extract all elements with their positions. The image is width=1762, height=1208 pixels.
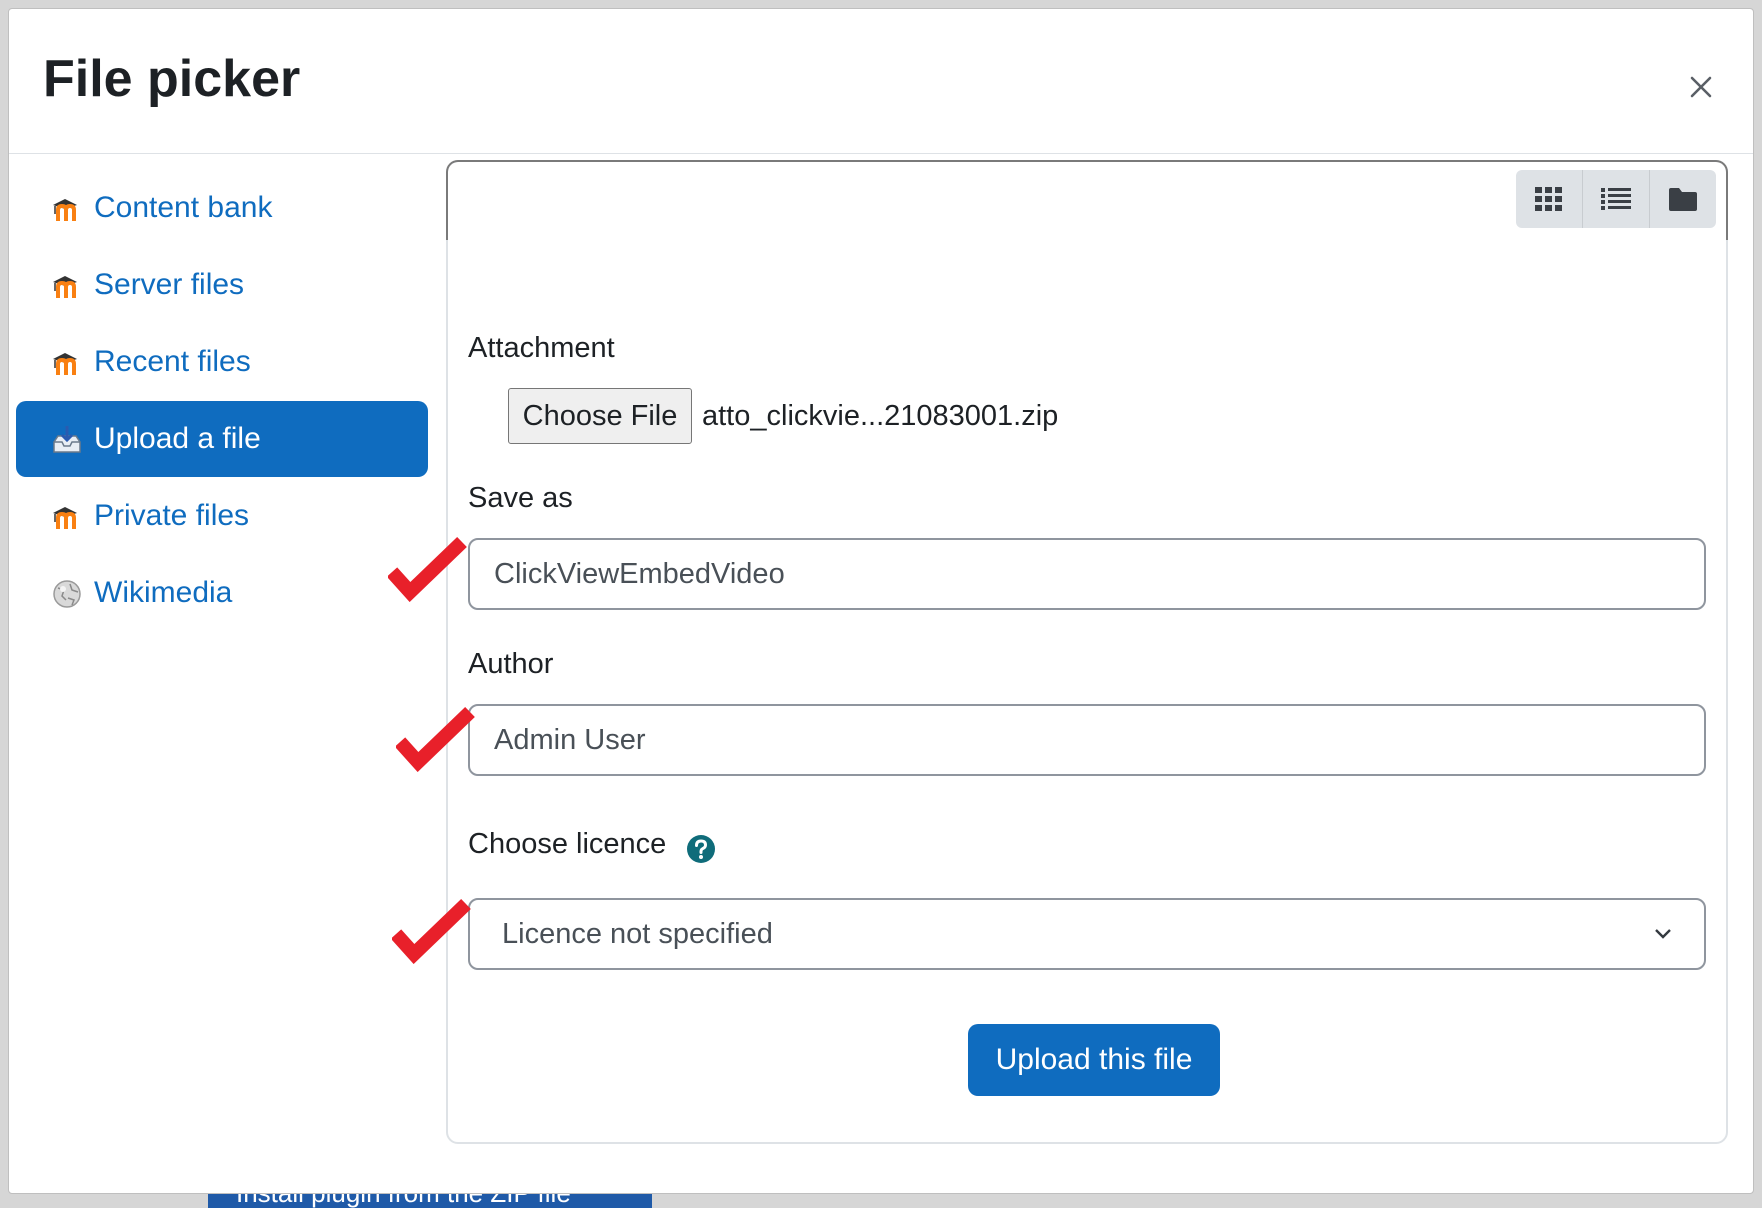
chevron-down-icon: [1655, 929, 1671, 939]
sidebar-item-upload-a-file[interactable]: Upload a file: [16, 401, 428, 477]
moodle-repository-icon: [53, 276, 77, 298]
grid-view-button[interactable]: [1516, 170, 1583, 228]
author-input[interactable]: [468, 704, 1706, 776]
view-switcher: [1516, 170, 1716, 228]
wikimedia-globe-icon: [53, 580, 81, 608]
folder-view-button[interactable]: [1650, 170, 1716, 228]
sidebar-item-content-bank[interactable]: Content bank: [16, 170, 428, 246]
choose-file-button[interactable]: Choose File: [508, 388, 692, 444]
folder-view-icon: [1669, 188, 1697, 211]
save-as-label: Save as: [468, 482, 573, 514]
moodle-repository-icon: [53, 507, 77, 529]
sidebar-item-server-files[interactable]: Server files: [16, 247, 428, 323]
upload-panel: [446, 160, 1728, 1144]
dialog-header: File picker: [9, 9, 1753, 154]
repository-sidebar: Content bank Server files Recent files U…: [16, 170, 428, 632]
checkmark-icon: [392, 898, 471, 964]
sidebar-item-label: Wikimedia: [94, 576, 233, 609]
moodle-repository-icon: [53, 199, 77, 221]
sidebar-item-label: Server files: [94, 268, 245, 301]
sidebar-item-label: Content bank: [94, 191, 273, 224]
checkmark-icon: [388, 536, 467, 602]
sidebar-item-label: Upload a file: [94, 422, 261, 455]
moodle-repository-icon: [53, 353, 77, 375]
question-circle-icon[interactable]: [686, 834, 716, 864]
close-icon: [1690, 76, 1712, 98]
selected-file-name: atto_clickvie...21083001.zip: [702, 400, 1059, 432]
close-button[interactable]: [1679, 65, 1723, 109]
view-toolbar: [446, 160, 1728, 240]
author-label: Author: [468, 648, 554, 680]
licence-label: Choose licence: [468, 828, 667, 860]
licence-select[interactable]: Licence not specified: [468, 898, 1706, 970]
sidebar-item-wikimedia[interactable]: Wikimedia: [16, 555, 428, 631]
sidebar-item-label: Recent files: [94, 345, 251, 378]
sidebar-item-recent-files[interactable]: Recent files: [16, 324, 428, 400]
attachment-label: Attachment: [468, 332, 615, 364]
checkmark-icon: [396, 706, 475, 772]
upload-this-file-button[interactable]: Upload this file: [968, 1024, 1220, 1096]
sidebar-item-private-files[interactable]: Private files: [16, 478, 428, 554]
list-view-icon: [1601, 188, 1631, 210]
dialog-title: File picker: [43, 50, 301, 108]
grid-view-icon: [1535, 187, 1562, 211]
save-as-input[interactable]: [468, 538, 1706, 610]
list-view-button[interactable]: [1583, 170, 1650, 228]
licence-selected-value: Licence not specified: [502, 917, 773, 950]
upload-tray-icon: [53, 426, 81, 453]
sidebar-item-label: Private files: [94, 499, 250, 532]
